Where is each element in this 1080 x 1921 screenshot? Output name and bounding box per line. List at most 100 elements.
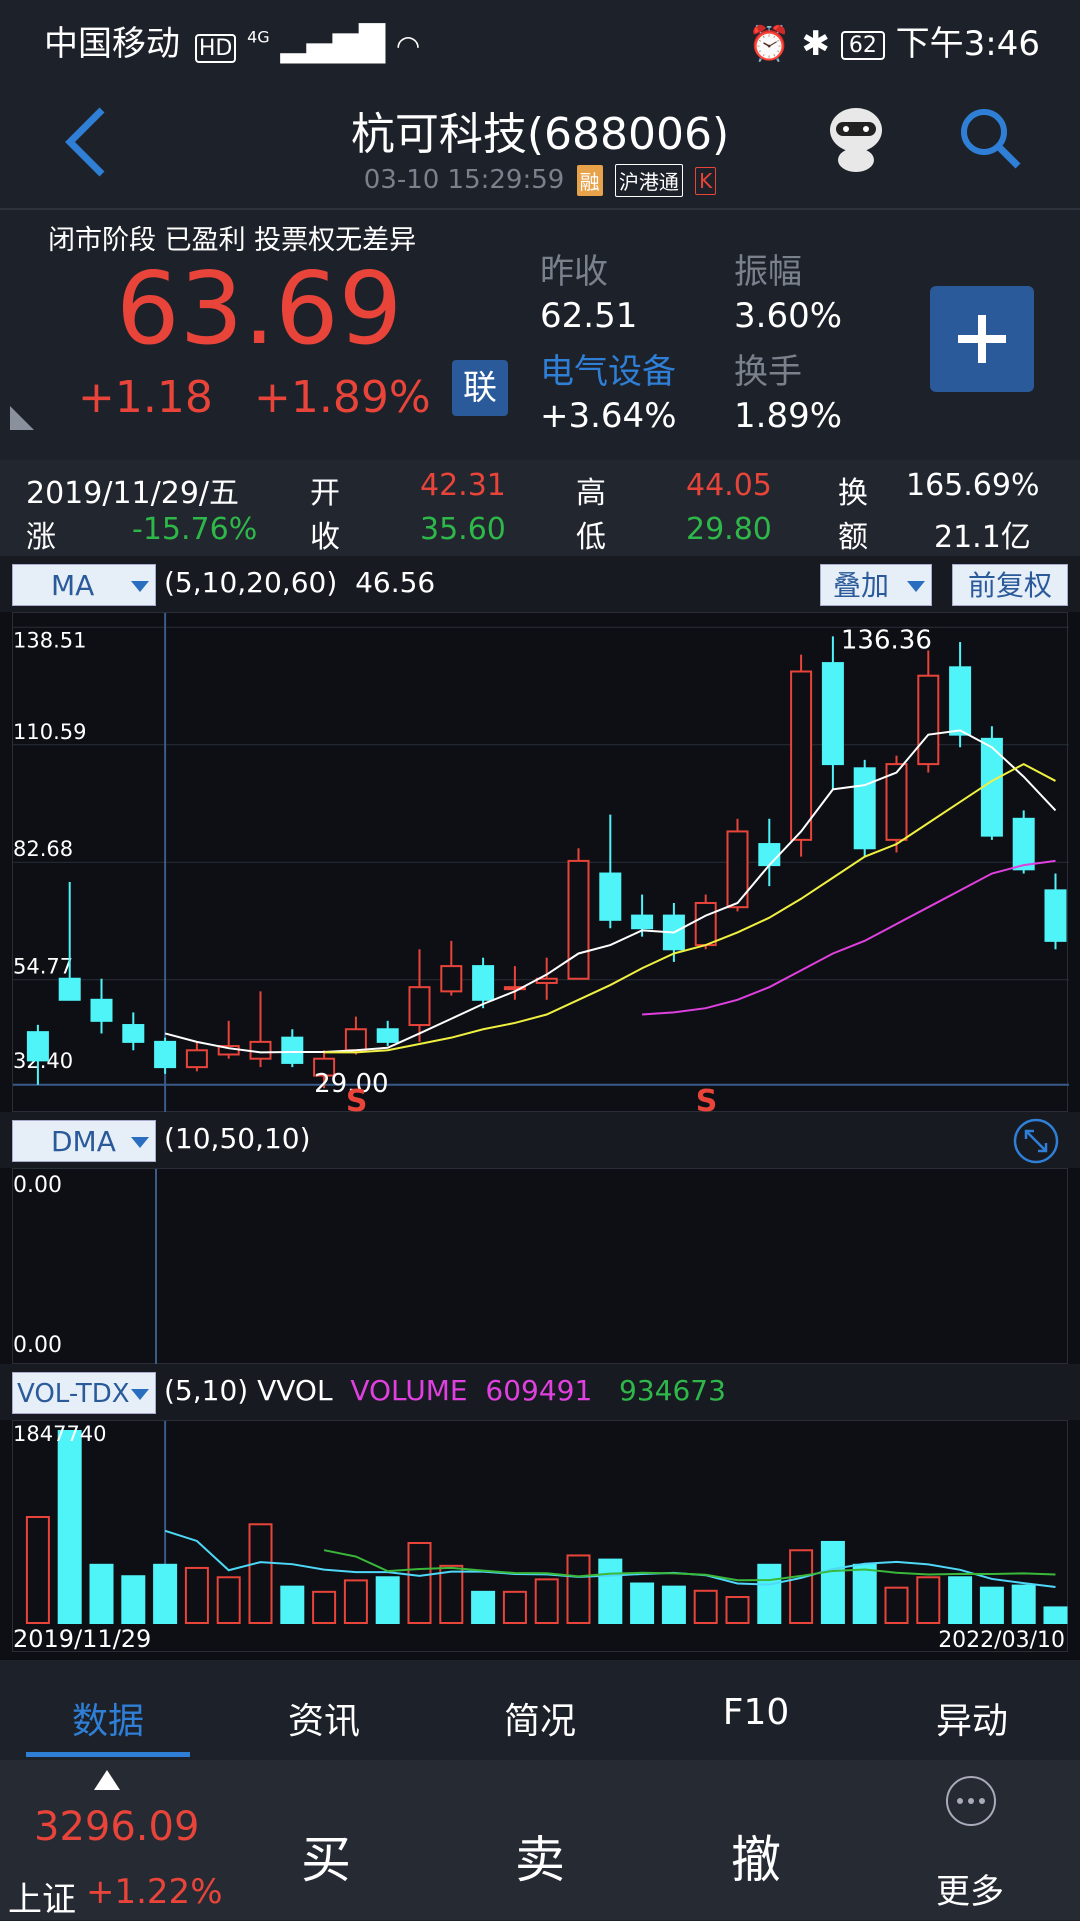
buy-button[interactable]: 买 <box>256 1820 396 1892</box>
chg-label: 涨 <box>26 520 56 555</box>
volume-bar <box>725 1596 750 1625</box>
expand-icon[interactable] <box>1012 1117 1060 1165</box>
network-label: 4G <box>247 27 270 47</box>
ma10-line <box>324 762 1056 1054</box>
robot-assistant-icon[interactable] <box>826 104 886 174</box>
chevron-down-icon <box>131 581 149 592</box>
dma-indicator-bar: DMA (10,50,10) <box>0 1112 1080 1168</box>
open-label: 开 <box>310 476 340 511</box>
ma-selector[interactable]: MA <box>12 564 156 606</box>
crosshair-vertical <box>155 1169 157 1365</box>
chg-value: -15.76% <box>132 512 258 547</box>
volume-bar <box>407 1541 432 1624</box>
stock-header: 杭可科技(688006) 03-10 15:29:59 融 沪港通 K <box>0 76 1080 210</box>
volume-bar <box>121 1575 146 1624</box>
candlestick-chart[interactable]: 138.51110.5982.6854.7732.40136.3629.00SS <box>13 613 1069 1119</box>
candle-body <box>58 977 81 1001</box>
stock-title: 杭可科技(688006) <box>350 109 730 160</box>
carrier-label: 中国移动 <box>44 24 180 64</box>
clock: 下午3:46 <box>895 24 1040 64</box>
turn-label: 换 <box>838 476 868 511</box>
candle-body <box>122 1024 145 1043</box>
vol-ma10-line <box>323 1549 1056 1582</box>
index-value[interactable]: 3296.09 <box>34 1804 199 1850</box>
tab-news[interactable]: 资讯 <box>216 1692 432 1744</box>
volume-bar <box>1011 1584 1036 1624</box>
candle-body <box>185 1049 208 1069</box>
volume-pane[interactable]: 1847740 2019/11/29 2022/03/10 <box>12 1420 1069 1653</box>
candle-detail: 2019/11/29/五 开 42.31 高 44.05 换 165.69% 涨… <box>0 460 1080 556</box>
low-label: 低 <box>576 520 606 555</box>
low-value: 29.80 <box>686 512 772 547</box>
tag-k[interactable]: K <box>695 166 717 195</box>
dma-bottom-label: 0.00 <box>13 1333 62 1358</box>
lian-button[interactable]: 联 <box>452 360 508 416</box>
price-change: +1.18 <box>78 372 213 423</box>
volume-bar <box>979 1586 1004 1624</box>
sector-link[interactable]: 电气设备 <box>540 344 676 393</box>
vol-indicator-bar: VOL-TDX (5,10) VVOL VOLUME 609491 934673 <box>0 1364 1080 1420</box>
volume-bar <box>693 1589 718 1624</box>
candle-body <box>821 662 844 766</box>
candle-body <box>344 1028 367 1052</box>
adjust-button[interactable]: 前复权 <box>952 564 1068 606</box>
volume-bar <box>89 1563 114 1625</box>
add-watchlist-button[interactable] <box>930 286 1034 392</box>
index-name[interactable]: 上证 <box>8 1872 76 1921</box>
volume-chart[interactable]: 1847740 2019/11/29 2022/03/10 <box>13 1421 1069 1653</box>
candle-body <box>26 1031 49 1062</box>
stock-subtitle: 03-10 15:29:59 融 沪港通 K <box>0 164 1080 197</box>
vol-value-2: 934673 <box>619 1374 726 1407</box>
tab-profile[interactable]: 简况 <box>432 1692 648 1744</box>
dma-selector[interactable]: DMA <box>12 1120 156 1162</box>
sell-button[interactable]: 卖 <box>470 1820 610 1892</box>
prev-close-label: 昨收 <box>540 252 608 292</box>
ma-value: 46.56 <box>355 566 436 599</box>
price-axis-label: 110.59 <box>13 720 86 744</box>
ma-name: MA <box>51 569 95 602</box>
tab-alerts[interactable]: 异动 <box>864 1692 1080 1744</box>
more-button[interactable]: 更多 <box>900 1864 1040 1913</box>
amplitude-value: 3.60% <box>734 296 843 336</box>
turn-value: 165.69% <box>906 468 1040 503</box>
vol-params: (5,10) VVOL VOLUME 609491 934673 <box>164 1374 726 1407</box>
volume-bar <box>1043 1606 1068 1624</box>
corner-triangle-icon[interactable] <box>10 406 36 432</box>
dma-params: (10,50,10) <box>164 1122 311 1155</box>
volume-bar <box>216 1576 241 1624</box>
candle-body <box>90 998 113 1022</box>
more-icon[interactable] <box>944 1774 998 1828</box>
ma-params: (5,10,20,60) 46.56 <box>164 566 435 599</box>
candle-body <box>281 1036 304 1064</box>
sell-signal-mark: S <box>696 1084 718 1113</box>
index-pct[interactable]: +1.22% <box>86 1872 223 1912</box>
candle-body <box>472 965 495 1001</box>
price-pane[interactable]: 138.51110.5982.6854.7732.40136.3629.00SS <box>12 612 1069 1119</box>
candle-body <box>440 965 463 993</box>
tag-margin[interactable]: 融 <box>576 165 603 196</box>
bluetooth-icon: ✱ <box>801 24 831 64</box>
overlay-selector[interactable]: 叠加 <box>820 564 932 606</box>
volume-max-label: 1847740 <box>13 1422 107 1446</box>
info-tabs: 数据 资讯 简况 F10 异动 <box>0 1672 1080 1758</box>
tag-hgt[interactable]: 沪港通 <box>614 164 683 197</box>
vol-selector[interactable]: VOL-TDX <box>12 1372 156 1414</box>
volume-bar <box>439 1564 464 1625</box>
volume-bar <box>375 1576 400 1624</box>
candle-body <box>694 901 717 947</box>
plus-icon <box>958 315 1006 363</box>
turnover-label: 换手 <box>734 352 802 392</box>
cancel-order-button[interactable]: 撤 <box>686 1820 826 1892</box>
search-icon[interactable] <box>958 106 1024 172</box>
volume-bar <box>57 1430 82 1624</box>
candle-body <box>535 977 558 984</box>
volume-bar <box>502 1590 527 1624</box>
dma-pane[interactable]: 0.00 0.00 <box>12 1168 1068 1365</box>
tab-data[interactable]: 数据 <box>0 1692 216 1744</box>
chevron-down-icon <box>907 581 925 592</box>
tab-f10[interactable]: F10 <box>648 1692 864 1733</box>
quote-datetime: 03-10 15:29:59 <box>363 165 565 195</box>
chevron-down-icon <box>131 1389 149 1400</box>
vol-name: VOL-TDX <box>17 1379 130 1409</box>
bottom-bar: 3296.09 上证 +1.22% 买 卖 撤 更多 <box>0 1760 1080 1920</box>
